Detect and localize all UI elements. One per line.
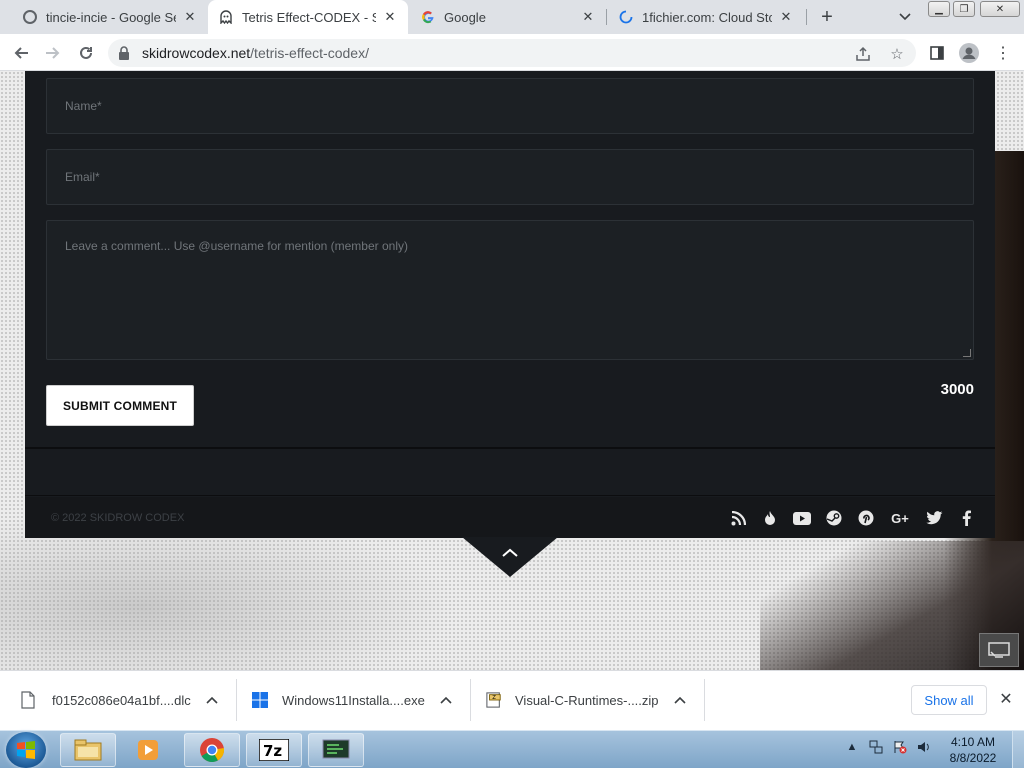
copyright-text: © 2022 SKIDROW CODEX xyxy=(51,512,185,524)
close-icon[interactable]: ✕ xyxy=(778,9,794,25)
tab-title: 1fichier.com: Cloud Storag xyxy=(642,9,772,25)
explorer-icon[interactable] xyxy=(60,733,116,767)
tab-strip: tincie-incie - Google Sear ✕ Tetris Effe… xyxy=(0,0,1024,34)
svg-text:Z: Z xyxy=(492,695,496,701)
windows-icon xyxy=(252,691,268,709)
tab-separator xyxy=(606,9,607,25)
chevron-up-icon[interactable] xyxy=(438,692,454,708)
download-filename: Windows11Installa....exe xyxy=(282,692,425,708)
resize-handle-icon[interactable] xyxy=(963,349,971,357)
close-icon[interactable]: ✕ xyxy=(997,690,1015,708)
forward-button[interactable] xyxy=(42,42,64,64)
tab-separator xyxy=(806,9,807,25)
menu-icon[interactable]: ⋮ xyxy=(992,42,1014,64)
close-icon[interactable]: ✕ xyxy=(382,9,398,25)
7zip-icon[interactable]: 7z xyxy=(246,733,302,767)
url-path: /tetris-effect-codex/ xyxy=(250,45,369,61)
email-field[interactable]: Email* xyxy=(46,149,974,205)
action-center-flag-icon[interactable] xyxy=(892,739,908,755)
lock-icon[interactable] xyxy=(118,46,132,60)
bookmark-star-icon[interactable]: ☆ xyxy=(888,45,906,63)
clock-date: 8/8/2022 xyxy=(949,751,997,765)
tab-title: tincie-incie - Google Sear xyxy=(46,9,176,25)
download-filename: f0152c086e04a1bf....dlc xyxy=(52,692,191,708)
side-panel-icon[interactable] xyxy=(926,42,948,64)
google-plus-icon[interactable]: G+ xyxy=(889,509,911,527)
url-domain: skidrowcodex.net xyxy=(142,45,251,61)
show-all-button[interactable]: Show all xyxy=(911,685,987,715)
rss-icon[interactable] xyxy=(729,509,747,527)
google-icon xyxy=(420,9,436,25)
tab-google[interactable]: Google ✕ xyxy=(410,0,606,34)
tab-title: Tetris Effect-CODEX - SKI xyxy=(242,9,376,25)
close-icon[interactable]: ✕ xyxy=(580,9,596,25)
system-tray: ▲ xyxy=(844,739,932,755)
new-tab-button[interactable]: + xyxy=(816,6,838,28)
chevron-down-icon[interactable] xyxy=(896,8,914,26)
comment-form-panel: Name* Email* Leave a comment... Use @use… xyxy=(25,71,995,537)
cast-icon[interactable] xyxy=(979,633,1019,667)
pinterest-icon[interactable] xyxy=(857,509,875,527)
character-counter: 3000 xyxy=(940,381,974,398)
profile-avatar[interactable] xyxy=(958,42,980,64)
download-shelf: f0152c086e04a1bf....dlc Windows11Install… xyxy=(0,670,1024,730)
google-icon xyxy=(22,9,38,25)
divider xyxy=(25,447,995,449)
divider xyxy=(25,495,995,496)
back-button[interactable] xyxy=(10,42,32,64)
clock[interactable]: 4:10 AM 8/8/2022 xyxy=(940,734,1006,766)
close-window-button[interactable]: ✕ xyxy=(980,1,1020,17)
submit-comment-button[interactable]: SUBMIT COMMENT xyxy=(46,385,194,426)
taskbar: 7z ▲ 4:10 AM 8/8/2022 xyxy=(0,730,1024,768)
svg-text:7z: 7z xyxy=(263,742,282,760)
social-links: G+ xyxy=(729,509,975,527)
maximize-button[interactable]: ❐ xyxy=(953,1,975,17)
share-icon[interactable] xyxy=(854,45,872,63)
ghost-icon xyxy=(218,9,234,25)
divider xyxy=(470,679,471,721)
terminal-icon[interactable] xyxy=(308,733,364,767)
url-text: skidrowcodex.net/tetris-effect-codex/ xyxy=(142,45,369,61)
network-icon[interactable] xyxy=(868,739,884,755)
minimize-button[interactable]: ▁ xyxy=(928,1,950,17)
volume-icon[interactable] xyxy=(916,739,932,755)
chevron-up-icon[interactable] xyxy=(672,692,688,708)
twitter-icon[interactable] xyxy=(925,509,943,527)
comment-placeholder: Leave a comment... Use @username for men… xyxy=(65,239,408,253)
chrome-icon[interactable] xyxy=(184,733,240,767)
tab-1fichier[interactable]: 1fichier.com: Cloud Storag ✕ xyxy=(608,0,804,34)
browser-toolbar: skidrowcodex.net/tetris-effect-codex/ ☆ … xyxy=(0,34,1024,71)
tab-tetris-effect[interactable]: Tetris Effect-CODEX - SKI ✕ xyxy=(208,0,408,34)
web-page: Name* Email* Leave a comment... Use @use… xyxy=(0,71,1024,670)
show-hidden-icons-icon[interactable]: ▲ xyxy=(844,739,860,755)
youtube-icon[interactable] xyxy=(793,509,811,527)
address-bar[interactable]: skidrowcodex.net/tetris-effect-codex/ ☆ xyxy=(108,39,916,67)
download-item[interactable]: Windows11Installa....exe xyxy=(252,679,454,721)
steam-icon[interactable] xyxy=(825,509,843,527)
name-field[interactable]: Name* xyxy=(46,78,974,134)
loading-spinner-icon xyxy=(618,9,634,25)
chevron-up-icon[interactable] xyxy=(204,692,220,708)
file-icon xyxy=(20,691,36,709)
tab-google-search[interactable]: tincie-incie - Google Sear ✕ xyxy=(12,0,208,34)
media-player-icon[interactable] xyxy=(120,733,176,767)
tab-title: Google xyxy=(444,9,486,25)
comment-textarea[interactable]: Leave a comment... Use @username for men… xyxy=(46,220,974,360)
clock-time: 4:10 AM xyxy=(950,735,996,749)
show-desktop-button[interactable] xyxy=(1012,731,1024,768)
divider xyxy=(236,679,237,721)
start-button[interactable] xyxy=(6,732,46,768)
zip-icon: Z xyxy=(486,691,502,709)
reload-button[interactable] xyxy=(75,42,97,64)
facebook-icon[interactable] xyxy=(957,509,975,527)
download-item[interactable]: f0152c086e04a1bf....dlc xyxy=(20,679,220,721)
scroll-to-top-button[interactable] xyxy=(462,537,558,577)
divider xyxy=(704,679,705,721)
download-item[interactable]: Z Visual-C-Runtimes-....zip xyxy=(486,679,688,721)
site-footer: © 2022 SKIDROW CODEX G+ xyxy=(25,497,995,538)
close-icon[interactable]: ✕ xyxy=(182,9,198,25)
fire-icon[interactable] xyxy=(761,509,779,527)
download-filename: Visual-C-Runtimes-....zip xyxy=(515,692,659,708)
